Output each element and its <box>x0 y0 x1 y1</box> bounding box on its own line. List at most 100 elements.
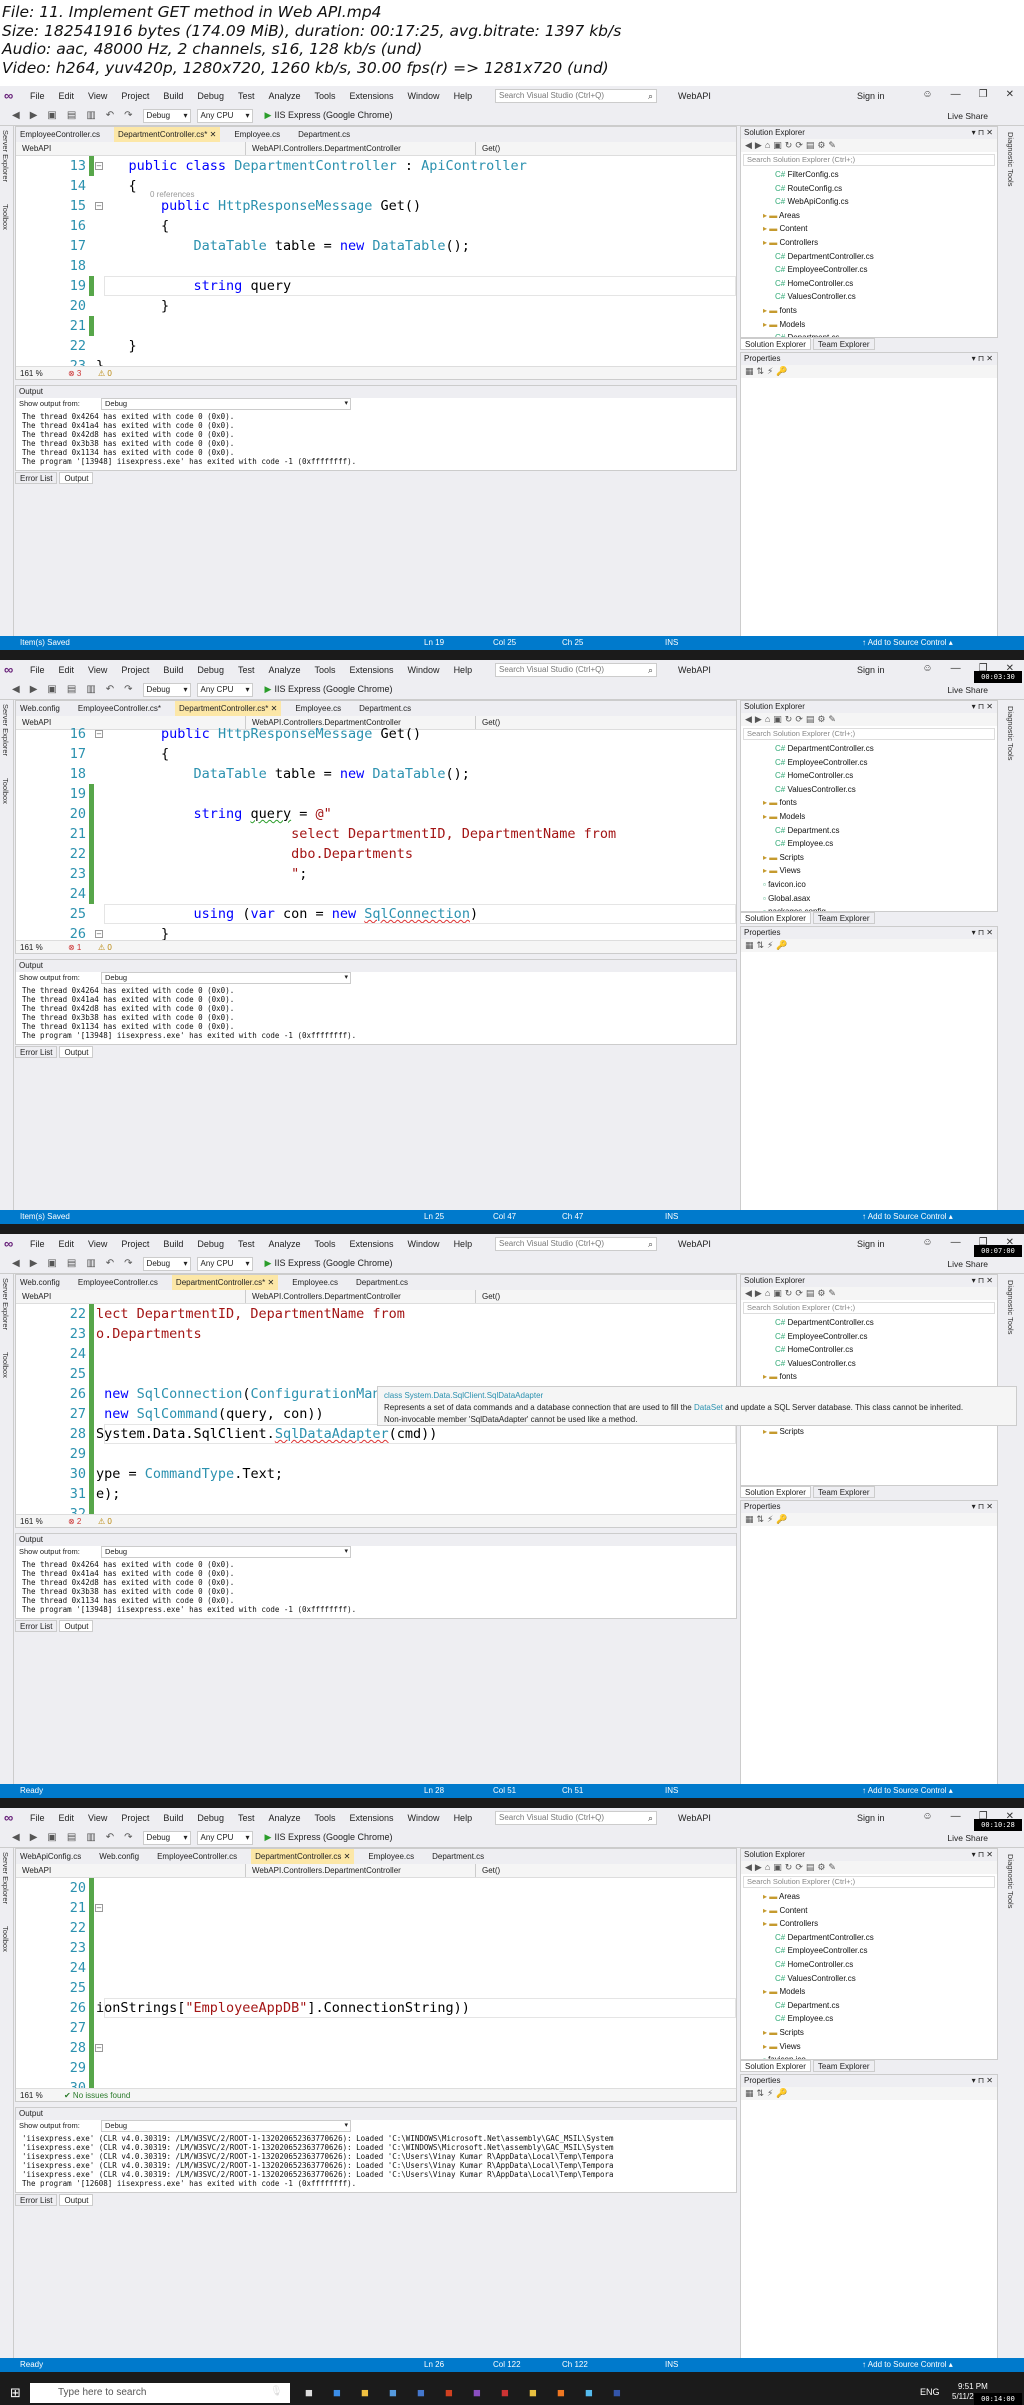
solution-tree-item[interactable]: C# EmployeeController.cs <box>775 263 868 277</box>
zoom-level[interactable]: 161 % <box>20 367 43 379</box>
search-input[interactable]: Search Visual Studio (Ctrl+Q) ⌕ <box>495 89 657 103</box>
run-button[interactable]: ▶ IIS Express (Google Chrome) <box>265 110 393 121</box>
run-button[interactable]: ▶ IIS Express (Google Chrome) <box>265 1832 393 1843</box>
language-indicator[interactable]: ENG <box>920 2387 940 2397</box>
menu-item-test[interactable]: Test <box>238 91 255 101</box>
run-button[interactable]: ▶ IIS Express (Google Chrome) <box>265 1258 393 1269</box>
windows-start-icon[interactable]: ⊞ <box>10 2385 21 2401</box>
taskbar-clock[interactable]: 9:51 PM <box>958 2382 988 2391</box>
firefox-icon[interactable]: ■ <box>557 2385 565 2400</box>
office-icon[interactable]: ■ <box>445 2385 453 2400</box>
redo-icon[interactable]: ↷ <box>124 110 132 121</box>
menu-item-build[interactable]: Build <box>163 91 183 101</box>
bottom-tab-output[interactable]: Output <box>59 1046 94 1058</box>
panel-tab-solution-explorer[interactable]: Solution Explorer <box>740 2060 811 2072</box>
menu-item-debug[interactable]: Debug <box>197 91 224 101</box>
solution-tree-item[interactable]: C# Employee.cs <box>775 2012 833 2026</box>
solution-tree-item[interactable]: C# DepartmentController.cs <box>775 742 874 756</box>
menu-item-tools[interactable]: Tools <box>315 91 336 101</box>
search-input[interactable]: Search Visual Studio (Ctrl+Q) ⌕ <box>495 1811 657 1825</box>
solution-tree-item[interactable]: C# ValuesController.cs <box>775 290 856 304</box>
live-share-button[interactable]: Live Share <box>947 1833 988 1843</box>
mail-icon[interactable]: ■ <box>417 2385 425 2400</box>
zoom-level[interactable]: 161 % <box>20 1515 43 1527</box>
document-tab[interactable]: Employee.cs <box>288 1275 342 1290</box>
new-file-icon[interactable]: ▣ <box>47 684 56 695</box>
save-icon[interactable]: ▤ <box>67 1258 76 1269</box>
solution-tree-item[interactable]: C# HomeController.cs <box>775 769 853 783</box>
close-icon[interactable]: ✕ <box>1006 89 1014 100</box>
class-dropdown[interactable]: WebAPI.Controllers.DepartmentController <box>246 1864 476 1877</box>
minimize-icon[interactable]: — <box>951 1237 961 1248</box>
solution-tree-item[interactable]: C# Department.cs <box>775 1999 839 2013</box>
panel-tab-solution-explorer[interactable]: Solution Explorer <box>740 1486 811 1498</box>
menu-item-extensions[interactable]: Extensions <box>350 1813 394 1823</box>
menu-item-view[interactable]: View <box>88 665 107 675</box>
notepad-icon[interactable]: ■ <box>585 2385 593 2400</box>
menu-item-extensions[interactable]: Extensions <box>350 665 394 675</box>
server-explorer-tab[interactable]: Server Explorer <box>1 1852 10 1904</box>
source-control-button[interactable]: ↑ Add to Source Control ▴ <box>862 636 953 650</box>
solution-tree-item[interactable]: C# EmployeeController.cs <box>775 1944 868 1958</box>
save-all-icon[interactable]: ▥ <box>86 110 95 121</box>
bottom-tab-error-list[interactable]: Error List <box>15 2194 58 2206</box>
warning-count[interactable]: ⚠ 0 <box>98 941 112 953</box>
class-dropdown[interactable]: WebAPI.Controllers.DepartmentController <box>246 1290 476 1303</box>
microphone-icon[interactable]: 🎙 <box>270 2386 283 2397</box>
pin-icon[interactable]: ▾ ⊓ ✕ <box>972 1501 993 1513</box>
document-tab[interactable]: Department.cs <box>355 701 415 716</box>
namespace-dropdown[interactable]: WebAPI <box>16 142 246 155</box>
redo-icon[interactable]: ↷ <box>124 684 132 695</box>
document-tab[interactable]: EmployeeController.cs <box>16 127 104 142</box>
forward-icon[interactable]: ▶ <box>30 1832 38 1843</box>
menu-item-analyze[interactable]: Analyze <box>268 665 300 675</box>
menu-item-file[interactable]: File <box>30 665 45 675</box>
taskbar-search-input[interactable]: Type here to search <box>30 2383 290 2403</box>
menu-item-build[interactable]: Build <box>163 1813 183 1823</box>
menu-item-build[interactable]: Build <box>163 1239 183 1249</box>
solution-tree-item[interactable]: C# RouteConfig.cs <box>775 182 842 196</box>
feedback-icon[interactable]: ☺ <box>922 1811 932 1822</box>
new-file-icon[interactable]: ▣ <box>47 1832 56 1843</box>
visual-studio-icon[interactable]: ■ <box>473 2385 481 2400</box>
forward-icon[interactable]: ▶ <box>30 684 38 695</box>
document-tab[interactable]: Employee.cs <box>230 127 284 142</box>
document-tab[interactable]: Department.cs <box>352 1275 412 1290</box>
solution-tree-item[interactable]: C# DepartmentController.cs <box>775 1931 874 1945</box>
solution-tree-item[interactable]: ▸ ▬ fonts <box>763 796 797 810</box>
menu-item-file[interactable]: File <box>30 1813 45 1823</box>
maximize-icon[interactable]: ❐ <box>979 89 988 100</box>
save-icon[interactable]: ▤ <box>67 110 76 121</box>
member-dropdown[interactable]: Get() <box>476 142 736 155</box>
solution-toolbar[interactable]: ◀▶⌂▣↻⟳▤⚙✎ <box>741 139 997 152</box>
code-editor[interactable]: EmployeeController.cs DepartmentControlle… <box>15 126 737 380</box>
code-area[interactable]: 16 public HttpResponseMessage Get() 17 {1… <box>16 726 736 953</box>
server-explorer-tab[interactable]: Server Explorer <box>1 704 10 756</box>
properties-toolbar[interactable]: ▦⇅⚡🔑 <box>741 1513 997 1526</box>
forward-icon[interactable]: ▶ <box>30 1258 38 1269</box>
output-source-dropdown[interactable]: Debug <box>101 1546 351 1558</box>
menu-item-extensions[interactable]: Extensions <box>350 91 394 101</box>
configuration-dropdown[interactable]: Debug <box>142 682 191 697</box>
search-input[interactable]: Search Visual Studio (Ctrl+Q) ⌕ <box>495 1237 657 1251</box>
collapse-toggle-icon[interactable]: − <box>95 1904 103 1912</box>
document-tab[interactable]: Employee.cs <box>364 1849 418 1864</box>
platform-dropdown[interactable]: Any CPU <box>196 1256 253 1271</box>
redo-icon[interactable]: ↷ <box>124 1258 132 1269</box>
forward-icon[interactable]: ▶ <box>30 110 38 121</box>
pin-icon[interactable]: ▾ ⊓ ✕ <box>972 701 993 713</box>
menu-item-debug[interactable]: Debug <box>197 1813 224 1823</box>
solution-tree-item[interactable]: C# DepartmentController.cs <box>775 1316 874 1330</box>
zoom-level[interactable]: 161 % <box>20 941 43 953</box>
solution-tree-item[interactable]: ▸ ▬ Content <box>763 1904 808 1918</box>
code-lens-references[interactable]: 0 references <box>150 190 194 199</box>
code-editor[interactable]: Web.config EmployeeController.cs* Departme… <box>15 700 737 954</box>
solution-toolbar[interactable]: ◀▶⌂▣↻⟳▤⚙✎ <box>741 1861 997 1874</box>
menu-item-project[interactable]: Project <box>121 91 149 101</box>
document-tab[interactable]: WebApiConfig.cs <box>16 1849 85 1864</box>
undo-icon[interactable]: ↶ <box>106 684 114 695</box>
solution-tree-item[interactable]: ▸ ▬ Scripts <box>763 1425 804 1439</box>
configuration-dropdown[interactable]: Debug <box>142 1830 191 1845</box>
properties-toolbar[interactable]: ▦⇅⚡🔑 <box>741 939 997 952</box>
document-tab[interactable]: DepartmentController.cs* ✕ <box>114 127 221 142</box>
